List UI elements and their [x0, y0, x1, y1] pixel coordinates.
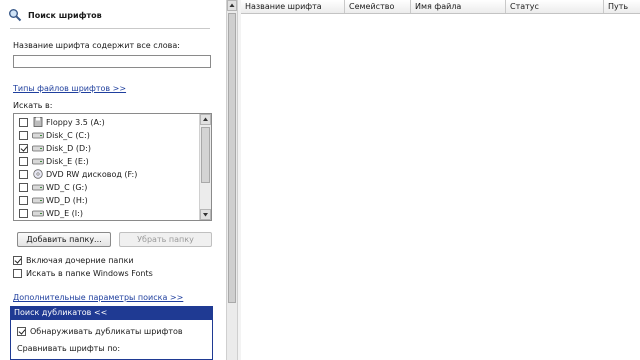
- drive-checkbox[interactable]: [19, 130, 28, 140]
- column-header-family[interactable]: Семейство: [345, 0, 411, 13]
- drive-label: WD_C (G:): [46, 182, 88, 192]
- drive-item-disk-c[interactable]: Disk_C (C:): [19, 129, 90, 141]
- compare-by-label: Сравнивать шрифты по:: [17, 344, 121, 353]
- detect-duplicates-option[interactable]: Обнаруживать дубликаты шрифтов: [17, 325, 183, 337]
- drive-item-floppy-a[interactable]: Floppy 3.5 (A:): [19, 116, 105, 128]
- search-windows-fonts-label: Искать в папке Windows Fonts: [26, 268, 153, 278]
- dvd-drive-icon: [32, 169, 44, 179]
- scroll-thumb[interactable]: [228, 13, 236, 303]
- drive-item-disk-d[interactable]: Disk_D (D:): [19, 142, 91, 154]
- scroll-down-arrow-icon[interactable]: [200, 209, 211, 220]
- drive-checkbox[interactable]: [19, 195, 28, 205]
- advanced-search-link[interactable]: Дополнительные параметры поиска >>: [13, 293, 183, 302]
- duplicates-section: Обнаруживать дубликаты шрифтов Сравниват…: [10, 319, 213, 360]
- drive-checkbox[interactable]: [19, 169, 28, 179]
- column-header-file-name[interactable]: Имя файла: [411, 0, 506, 13]
- drive-label: Floppy 3.5 (A:): [46, 117, 105, 127]
- hard-drive-icon: [32, 208, 44, 218]
- font-file-types-link[interactable]: Типы файлов шрифтов >>: [13, 84, 126, 93]
- hard-drive-icon: [32, 195, 44, 205]
- hard-drive-icon: [32, 130, 44, 140]
- panel-header: Поиск шрифтов: [8, 6, 208, 24]
- drive-checkbox[interactable]: [19, 143, 28, 153]
- drive-label: Disk_C (C:): [46, 130, 90, 140]
- include-subfolders-option[interactable]: Включая дочерние папки: [13, 254, 134, 266]
- scroll-up-arrow-icon[interactable]: [200, 114, 211, 125]
- results-pane: Название шрифта Семейство Имя файла Стат…: [241, 0, 640, 360]
- column-header-path[interactable]: Путь: [604, 0, 640, 13]
- drive-label: DVD RW дисковод (F:): [46, 169, 138, 179]
- search-windows-fonts-option[interactable]: Искать в папке Windows Fonts: [13, 267, 153, 279]
- scroll-thumb[interactable]: [201, 127, 210, 183]
- drive-list: Floppy 3.5 (A:) Disk_C (C:) Disk_D (D:) …: [13, 113, 212, 221]
- drive-item-dvd-f[interactable]: DVD RW дисковод (F:): [19, 168, 137, 180]
- drive-checkbox[interactable]: [19, 208, 28, 218]
- drive-item-disk-e[interactable]: Disk_E (E:): [19, 155, 89, 167]
- contains-words-label: Название шрифта содержит все слова:: [13, 41, 180, 50]
- detect-duplicates-label: Обнаруживать дубликаты шрифтов: [30, 326, 183, 336]
- scroll-up-arrow-icon[interactable]: [227, 0, 237, 11]
- search-windows-fonts-checkbox[interactable]: [13, 268, 22, 278]
- remove-folder-button[interactable]: Убрать папку: [119, 232, 212, 247]
- include-subfolders-label: Включая дочерние папки: [26, 255, 134, 265]
- drive-checkbox[interactable]: [19, 156, 28, 166]
- search-in-label: Искать в:: [13, 101, 53, 110]
- add-folder-button[interactable]: Добавить папку...: [17, 232, 111, 247]
- detect-duplicates-checkbox[interactable]: [17, 326, 26, 336]
- panel-title: Поиск шрифтов: [28, 10, 102, 20]
- column-header-font-name[interactable]: Название шрифта: [241, 0, 345, 13]
- search-icon: [8, 8, 22, 22]
- drive-checkbox[interactable]: [19, 117, 28, 127]
- results-column-headers: Название шрифта Семейство Имя файла Стат…: [241, 0, 640, 14]
- include-subfolders-checkbox[interactable]: [13, 255, 22, 265]
- drive-item-wd-g[interactable]: WD_C (G:): [19, 181, 87, 193]
- drive-label: WD_D (H:): [46, 195, 88, 205]
- hard-drive-icon: [32, 143, 44, 153]
- drive-checkbox[interactable]: [19, 182, 28, 192]
- header-divider: [10, 28, 210, 29]
- font-name-input[interactable]: [13, 55, 211, 68]
- column-header-status[interactable]: Статус: [506, 0, 604, 13]
- drive-item-wd-h[interactable]: WD_D (H:): [19, 194, 88, 206]
- drive-label: WD_E (I:): [46, 208, 83, 218]
- floppy-icon: [32, 117, 44, 127]
- hard-drive-icon: [32, 156, 44, 166]
- duplicates-section-header[interactable]: Поиск дубликатов <<: [10, 306, 213, 319]
- hard-drive-icon: [32, 182, 44, 192]
- panel-scrollbar[interactable]: [226, 0, 237, 360]
- drive-label: Disk_E (E:): [46, 156, 89, 166]
- drive-list-scrollbar[interactable]: [199, 114, 211, 220]
- drive-item-wd-i[interactable]: WD_E (I:): [19, 207, 83, 219]
- drive-label: Disk_D (D:): [46, 143, 91, 153]
- search-panel: Поиск шрифтов Название шрифта содержит в…: [0, 0, 226, 360]
